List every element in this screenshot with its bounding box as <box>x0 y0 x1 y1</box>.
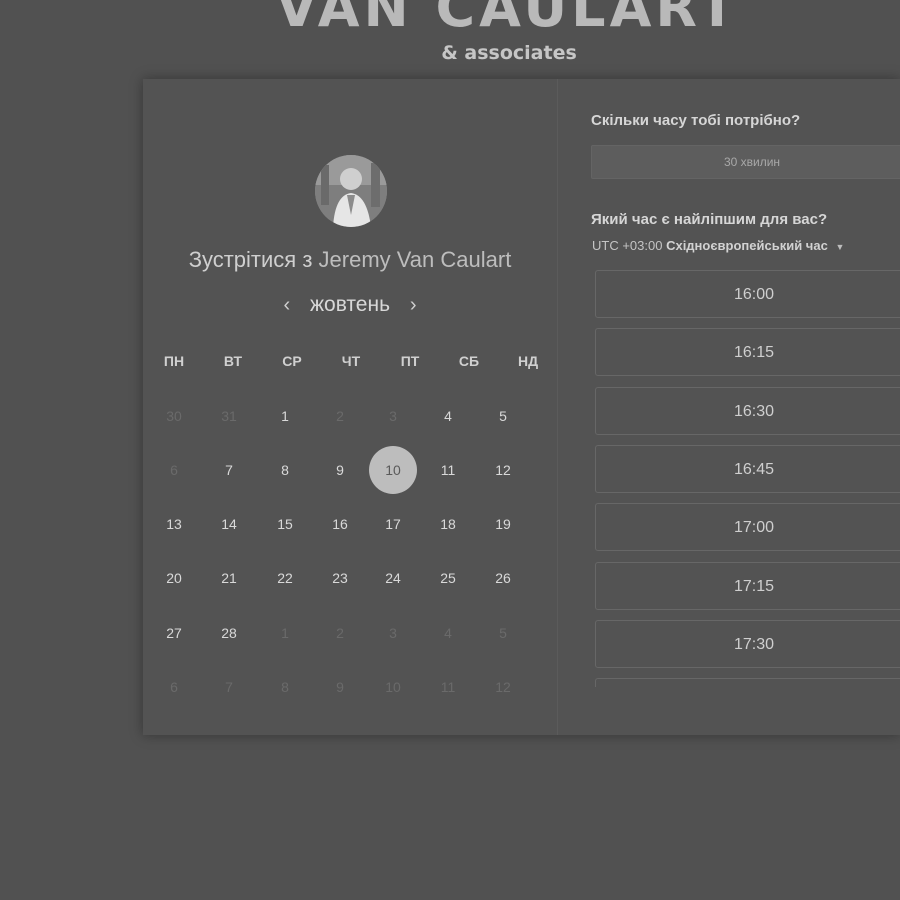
calendar-day: 2 <box>336 408 344 424</box>
calendar-day[interactable]: 1 <box>261 392 309 440</box>
meet-prefix: Зустрітися з <box>188 247 313 272</box>
calendar-day: 3 <box>389 625 397 641</box>
host-name: Jeremy Van Caulart <box>318 247 512 272</box>
calendar-day[interactable]: 17 <box>369 500 417 548</box>
time-slot-button[interactable]: 17:15 <box>595 561 900 610</box>
calendar-day[interactable]: 9 <box>316 446 364 494</box>
calendar-day: 3 <box>389 408 397 424</box>
calendar-day[interactable]: 18 <box>424 500 472 548</box>
calendar-day: 9 <box>336 679 344 695</box>
calendar-day[interactable]: 14 <box>205 500 253 548</box>
calendar-day: 6 <box>170 679 178 695</box>
calendar-day: 7 <box>225 679 233 695</box>
chevron-left-icon[interactable]: ‹ <box>283 294 290 316</box>
calendar-day[interactable]: 11 <box>424 446 472 494</box>
month-navigation: ‹ жовтень › <box>143 293 557 317</box>
calendar-day[interactable]: 16 <box>316 500 364 548</box>
avatar <box>315 155 387 227</box>
time-slot-button[interactable]: 16:30 <box>595 386 900 435</box>
time-slot-list: 16:00 16:15 16:30 16:45 17:00 17:15 17:30 <box>595 270 900 687</box>
timezone-name: Східноєвропейський час <box>666 238 828 253</box>
calendar-day: 10 <box>385 679 401 695</box>
calendar-day[interactable]: 27 <box>150 609 198 657</box>
calendar-day[interactable]: 10 <box>369 446 417 494</box>
calendar-day[interactable]: 19 <box>479 500 527 548</box>
time-slot-button[interactable]: 16:45 <box>595 444 900 493</box>
calendar-day[interactable]: 8 <box>261 446 309 494</box>
calendar-day[interactable]: 4 <box>424 392 472 440</box>
time-slot-button[interactable]: 17:00 <box>595 503 900 552</box>
weekday-label: СБ <box>458 353 480 369</box>
time-slot-button[interactable] <box>595 678 900 687</box>
calendar-day[interactable]: 12 <box>479 446 527 494</box>
calendar-day: 2 <box>336 625 344 641</box>
brand-title: VAN CAULART <box>275 0 740 39</box>
calendar-day[interactable]: 21 <box>205 554 253 602</box>
calendar-day[interactable]: 22 <box>261 554 309 602</box>
calendar-day[interactable]: 20 <box>150 554 198 602</box>
brand-subtitle: & associates <box>441 42 577 64</box>
calendar-day[interactable]: 13 <box>150 500 198 548</box>
calendar-day: 11 <box>440 679 456 695</box>
calendar-day[interactable]: 26 <box>479 554 527 602</box>
calendar-day[interactable]: 23 <box>316 554 364 602</box>
calendar-day[interactable]: 25 <box>424 554 472 602</box>
weekday-label: ВТ <box>223 353 243 369</box>
weekday-label: НД <box>517 353 539 369</box>
weekday-label: СР <box>282 353 302 369</box>
calendar-day: 12 <box>495 679 511 695</box>
avatar-photo-icon <box>315 155 387 227</box>
timezone-select[interactable]: UTC +03:00 Східноєвропейський час ▼ <box>592 238 844 253</box>
calendar-day: 1 <box>281 625 289 641</box>
duration-select[interactable]: 30 хвилин <box>591 145 900 179</box>
duration-question: Скільки часу тобі потрібно? <box>591 112 801 129</box>
calendar-panel: Зустрітися з Jeremy Van Caulart ‹ жовтен… <box>143 79 558 735</box>
calendar-day[interactable]: 5 <box>479 392 527 440</box>
weekday-label: ПН <box>163 353 185 369</box>
weekday-label: ПТ <box>400 353 420 369</box>
chevron-right-icon[interactable]: › <box>410 294 417 316</box>
weekday-label: ЧТ <box>341 353 361 369</box>
calendar-day: 6 <box>170 462 178 478</box>
month-label: жовтень <box>309 293 391 316</box>
booking-card: Зустрітися з Jeremy Van Caulart ‹ жовтен… <box>143 79 900 735</box>
calendar-day: 4 <box>444 625 452 641</box>
calendar-day[interactable]: 28 <box>205 609 253 657</box>
brand-header: VAN CAULART & associates <box>0 0 900 64</box>
calendar-day: 5 <box>499 625 507 641</box>
time-question: Який час є найліпшим для вас? <box>591 211 828 228</box>
calendar-day: 30 <box>166 408 182 424</box>
time-slot-button[interactable]: 16:00 <box>595 270 900 318</box>
time-slot-button[interactable]: 17:30 <box>595 619 900 668</box>
calendar-day: 8 <box>281 679 289 695</box>
calendar-day[interactable]: 7 <box>205 446 253 494</box>
calendar-day[interactable]: 15 <box>261 500 309 548</box>
meet-heading: Зустрітися з Jeremy Van Caulart <box>143 247 557 273</box>
time-slot-button[interactable]: 16:15 <box>595 328 900 377</box>
timezone-offset: UTC +03:00 <box>592 238 663 253</box>
weekday-header: ПН ВТ СР ЧТ ПТ СБ НД <box>146 353 560 373</box>
calendar-day[interactable]: 24 <box>369 554 417 602</box>
calendar-day: 31 <box>221 408 237 424</box>
time-panel: Скільки часу тобі потрібно? 30 хвилин Як… <box>558 79 900 735</box>
caret-down-icon: ▼ <box>835 242 845 252</box>
